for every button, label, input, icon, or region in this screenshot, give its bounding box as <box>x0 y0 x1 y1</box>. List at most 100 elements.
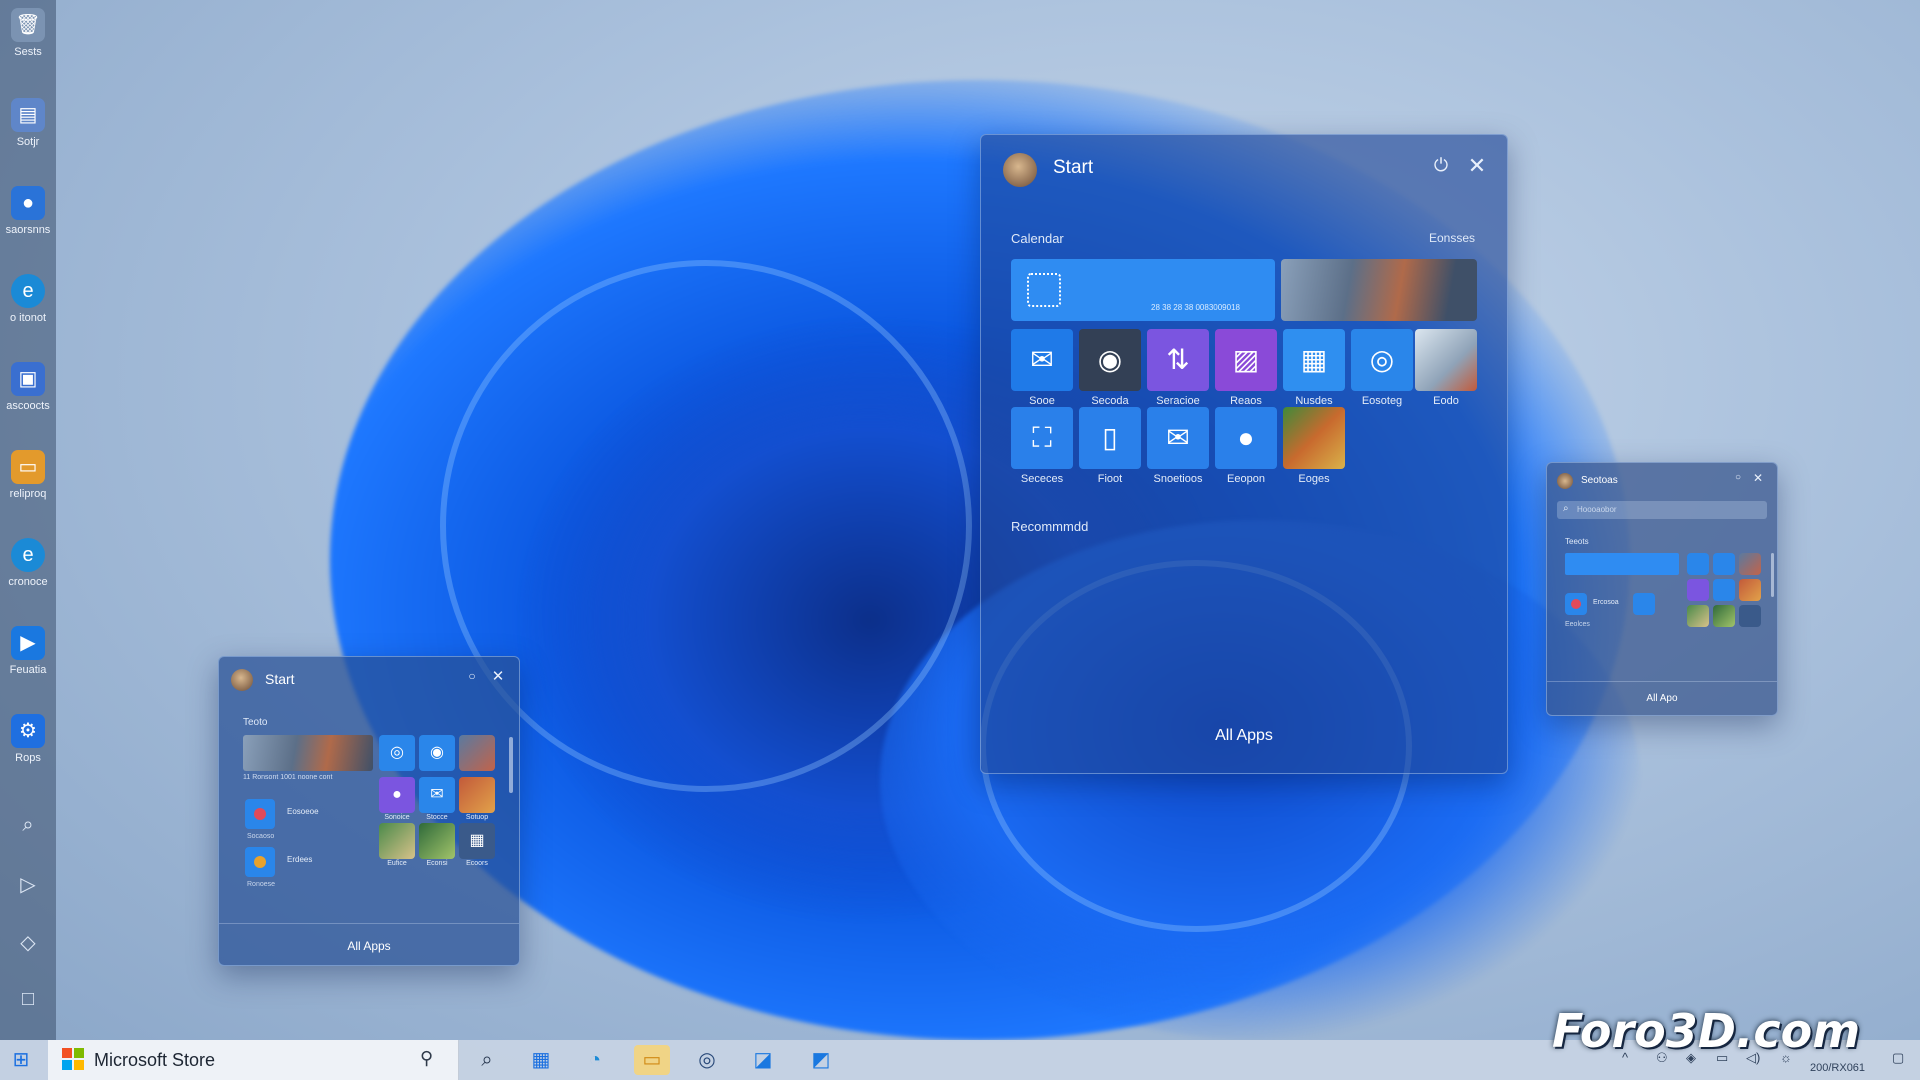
search-box[interactable]: ⌕ Hoooaobor <box>1557 501 1767 519</box>
share-icon: ⇅ <box>1166 344 1190 375</box>
folder-icon: ▭ <box>11 450 45 484</box>
app-icon: ▣ <box>11 362 45 396</box>
calendar-tile[interactable]: 28 38 28 38 0083009018 <box>1011 259 1275 321</box>
small-tile[interactable] <box>459 777 495 813</box>
all-apps-button[interactable]: All Apps <box>219 939 519 953</box>
list-item-icon[interactable] <box>245 847 275 877</box>
desktop-icon-8[interactable]: ⚙ Rops <box>0 706 56 764</box>
small-tile[interactable]: ◎ <box>379 735 415 771</box>
eraser-icon[interactable]: ◇ <box>0 930 56 955</box>
tile-fioot[interactable]: ▯ <box>1079 407 1141 469</box>
all-apps-button[interactable]: All Apps <box>981 727 1507 745</box>
small-tile[interactable] <box>1687 553 1709 575</box>
search-icon[interactable]: ⌕ <box>472 1045 502 1075</box>
calendar-tile[interactable] <box>1565 553 1679 575</box>
section-label: Teeots <box>1565 537 1589 546</box>
section-calendar[interactable]: Calendar <box>1011 231 1064 246</box>
small-tile[interactable]: ✉ <box>419 777 455 813</box>
list-item-label[interactable]: Erdees <box>287 855 312 864</box>
settings-icon[interactable]: ◎ <box>692 1045 722 1075</box>
tile-eeopon[interactable]: ● <box>1215 407 1277 469</box>
tile-seracioe[interactable]: ⇅ <box>1147 329 1209 391</box>
clock[interactable]: 200/RX061 <box>1810 1062 1865 1074</box>
avatar[interactable] <box>1557 473 1573 489</box>
store-icon <box>62 1048 84 1070</box>
watermark: Foro3D.com <box>1552 1004 1861 1058</box>
small-tile[interactable] <box>419 823 455 859</box>
calendar-icon <box>1027 273 1061 307</box>
list-item-icon[interactable] <box>245 799 275 829</box>
photo-icon <box>1415 329 1477 391</box>
search-icon[interactable]: ⌕ <box>0 814 56 837</box>
tile-eoges[interactable] <box>1283 407 1345 469</box>
minimize-icon[interactable]: ○ <box>1731 472 1745 483</box>
photo-wide-tile[interactable] <box>1281 259 1477 321</box>
small-tile[interactable]: ▦ <box>459 823 495 859</box>
small-tile[interactable] <box>379 823 415 859</box>
tile-sececes[interactable]: ⛶ <box>1011 407 1073 469</box>
scrollbar[interactable] <box>1771 553 1774 597</box>
tile-snoetioos[interactable]: ✉ <box>1147 407 1209 469</box>
tile-eosoteg[interactable]: ◎ <box>1351 329 1413 391</box>
desktop-icon-4[interactable]: ▣ ascoocts <box>0 354 56 412</box>
windows-start-icon[interactable]: ⊞ <box>6 1045 36 1075</box>
small-tile[interactable] <box>1687 605 1709 627</box>
list-item-sub: Socaoso <box>247 833 275 840</box>
widgets-icon[interactable]: ▦ <box>526 1045 556 1075</box>
notification-icon[interactable]: ▢ <box>1892 1050 1904 1066</box>
play-icon[interactable]: ▷ <box>0 872 56 897</box>
list-item-label[interactable]: Ercosoa <box>1593 599 1619 606</box>
tile-nusdes[interactable]: ▦ <box>1283 329 1345 391</box>
edge-icon[interactable]: ◔ <box>580 1045 610 1075</box>
desktop-icon-5[interactable]: ▭ reliproq <box>0 442 56 500</box>
tile-label: Seracioe <box>1156 395 1200 407</box>
small-tile[interactable] <box>1739 553 1761 575</box>
photo-wide-tile[interactable] <box>243 735 373 771</box>
desktop-icon-3[interactable]: e o itonot <box>0 266 56 324</box>
map-icon: ⛶ <box>1032 422 1052 453</box>
desktop-sidebar: 🗑 Sests ▤ Sotjr ● saorsnns e o itonot ▣ … <box>0 0 56 1040</box>
close-icon[interactable]: ✕ <box>1465 153 1489 179</box>
scrollbar[interactable] <box>509 737 513 793</box>
tile-eodo[interactable] <box>1415 329 1477 391</box>
folder-icon[interactable]: ▭ <box>634 1045 670 1075</box>
desktop-icon-7[interactable]: ▶ Feuatia <box>0 618 56 676</box>
tile-sooe[interactable]: ✉ <box>1011 329 1073 391</box>
tile-secoda[interactable]: ◉ <box>1079 329 1141 391</box>
desktop-icon-1[interactable]: ▤ Sotjr <box>0 90 56 148</box>
list-item-icon[interactable] <box>1565 593 1587 615</box>
square-icon[interactable]: □ <box>0 988 56 1011</box>
list-item-icon[interactable] <box>1633 593 1655 615</box>
tile-reaos[interactable]: ▨ <box>1215 329 1277 391</box>
app-icon[interactable]: ◪ <box>748 1045 778 1075</box>
close-icon[interactable]: ✕ <box>489 667 507 685</box>
small-tile[interactable] <box>1687 579 1709 601</box>
avatar[interactable] <box>1003 153 1037 187</box>
close-icon[interactable]: ✕ <box>1751 471 1765 485</box>
small-tile[interactable]: ● <box>379 777 415 813</box>
pin-icon[interactable]: ⚲ <box>420 1048 433 1069</box>
list-item-label[interactable]: Eosoeoe <box>287 807 319 816</box>
desktop-icon-6[interactable]: e cronoce <box>0 530 56 588</box>
minimize-icon[interactable]: ○ <box>463 669 481 683</box>
small-tile[interactable] <box>459 735 495 771</box>
avatar[interactable] <box>231 669 253 691</box>
small-tile[interactable] <box>1739 579 1761 601</box>
small-tile[interactable] <box>1713 579 1735 601</box>
all-apps-button[interactable]: All Apo <box>1547 693 1777 704</box>
small-tile[interactable] <box>1739 605 1761 627</box>
small-tile[interactable]: ◉ <box>419 735 455 771</box>
small-tile[interactable] <box>1713 553 1735 575</box>
power-icon[interactable]: ⏻ <box>1429 155 1453 176</box>
section-right-link[interactable]: Eonsses <box>1429 231 1475 245</box>
desktop-icon-0[interactable]: 🗑 Sests <box>0 0 56 58</box>
tile-label: Ecoors <box>466 860 488 867</box>
search-icon: ⌕ <box>1563 503 1569 514</box>
mail-icon: ✉ <box>1166 422 1190 453</box>
small-tile[interactable] <box>1713 605 1735 627</box>
microsoft-store-window[interactable]: Microsoft Store ⚲ <box>48 1040 459 1080</box>
section-label: Teoto <box>243 717 268 728</box>
desktop-icon-2[interactable]: ● saorsnns <box>0 178 56 236</box>
tile-label: Sececes <box>1020 473 1064 485</box>
app-icon[interactable]: ◩ <box>806 1045 836 1075</box>
